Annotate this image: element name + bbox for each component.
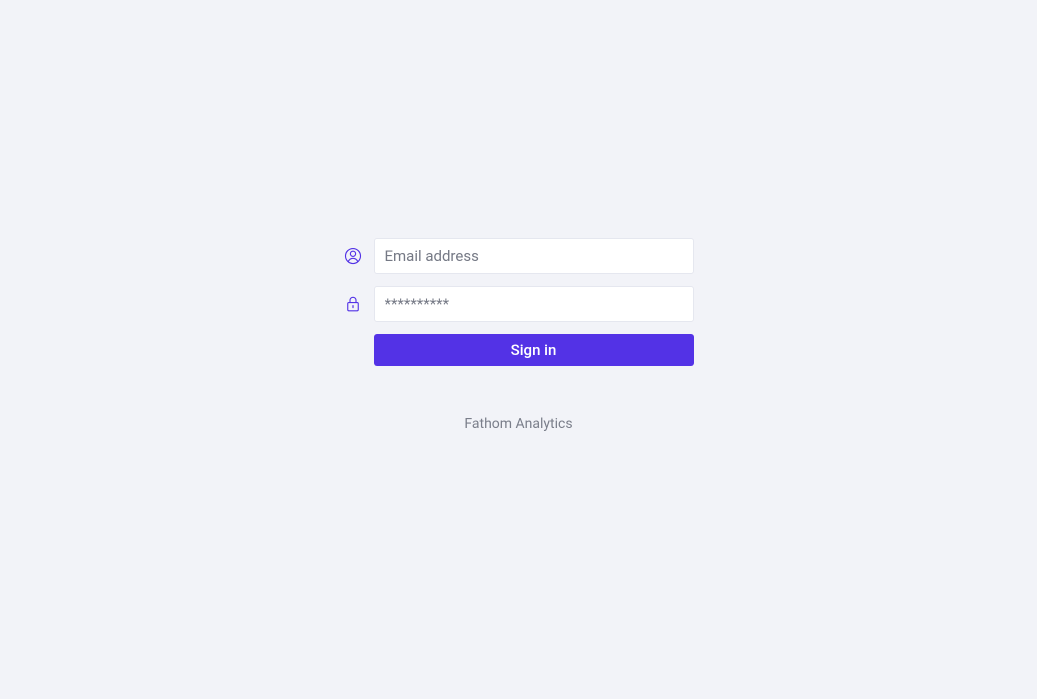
footer-link[interactable]: Fathom Analytics <box>464 416 572 432</box>
email-field[interactable] <box>374 238 694 274</box>
email-row <box>344 238 694 274</box>
password-field[interactable] <box>374 286 694 322</box>
user-icon <box>344 247 374 265</box>
lock-icon <box>344 295 374 313</box>
submit-row: Sign in <box>344 334 694 366</box>
signin-button[interactable]: Sign in <box>374 334 694 366</box>
login-form: Sign in Fathom Analytics <box>344 238 694 432</box>
password-row <box>344 286 694 322</box>
